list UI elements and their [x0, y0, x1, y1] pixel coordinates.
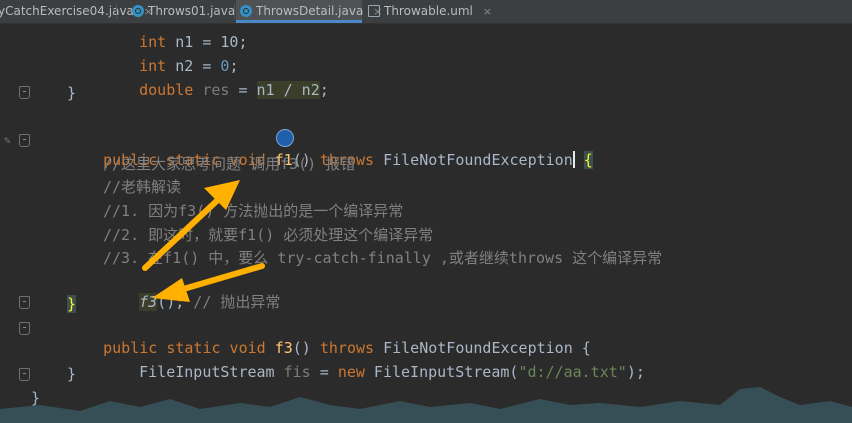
tab-throwsdetail[interactable]: ThrowsDetail.java × — [236, 0, 382, 23]
code-comment: //老韩解读 — [103, 178, 182, 196]
tab-label: ThrowsDetail.java — [256, 4, 364, 18]
fold-start-icon[interactable] — [19, 134, 30, 147]
fold-end-icon[interactable] — [19, 86, 30, 99]
fold-start-icon[interactable] — [19, 322, 30, 335]
code-comment: //2. 即这时，就要f1() 必须处理这个编译异常 — [103, 226, 434, 244]
code-comment: //1. 因为f3() 方法抛出的是一个编译异常 — [103, 202, 404, 220]
text-cursor — [572, 151, 575, 168]
uml-diagram-icon — [368, 5, 380, 17]
code-line: } — [67, 365, 77, 383]
code-line: FileInputStream fis = new FileInputStrea… — [139, 363, 645, 381]
code-line: } — [67, 84, 77, 102]
code-line: double res = n1 / n2; — [139, 81, 329, 99]
audio-waveform — [0, 387, 852, 423]
code-line: int n2 = 0; — [139, 57, 239, 75]
edit-pencil-icon: ✎ — [4, 134, 11, 147]
recording-cursor-indicator — [276, 129, 294, 147]
close-icon[interactable]: × — [483, 5, 492, 18]
tab-label: Throwable.uml — [384, 4, 473, 18]
fold-end-icon[interactable] — [19, 296, 30, 309]
code-line-f3-declaration: public static void f3() throws FileNotFo… — [103, 339, 591, 357]
code-comment: //3. 在f1() 中，要么 try-catch-finally ,或者继续t… — [103, 249, 663, 267]
code-line: } — [67, 295, 77, 313]
code-line-f3-call: f3(); // 抛出异常 — [139, 293, 281, 311]
code-line: int n1 = 10; — [139, 33, 248, 51]
tab-throwable-uml[interactable]: Throwable.uml × — [368, 0, 492, 23]
tab-trycatchexercise04[interactable]: yCatchExercise04.java × — [0, 0, 153, 23]
code-line-f1-declaration: public static void f1() throws FileNotFo… — [103, 151, 593, 169]
fold-end-icon[interactable] — [19, 368, 30, 381]
code-comment: //这里大家思考问题 调用f3() 报错 — [103, 155, 356, 173]
